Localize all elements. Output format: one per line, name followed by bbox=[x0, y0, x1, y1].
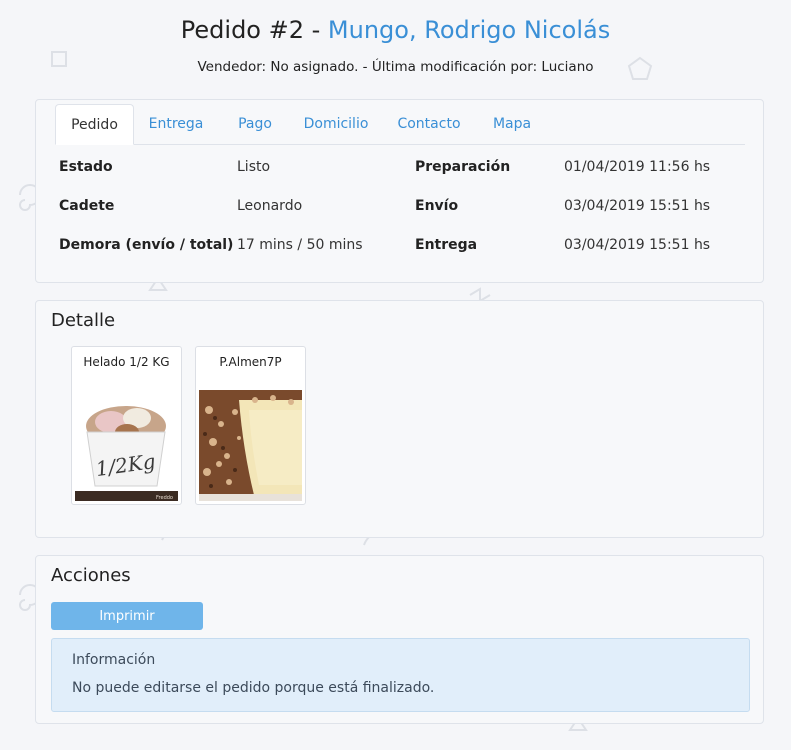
info-title: Información bbox=[72, 652, 156, 668]
product-card-helado[interactable]: Helado 1/2 KG 1/2Kg Freddo bbox=[71, 346, 182, 505]
estado-label: Estado bbox=[59, 159, 113, 175]
tab-bar: Pedido Entrega Pago Domicilio Contacto M… bbox=[55, 104, 745, 145]
page-title: Pedido #2 - Mungo, Rodrigo Nicolás bbox=[0, 16, 791, 44]
entrega-label: Entrega bbox=[415, 237, 478, 253]
preparacion-value: 01/04/2019 11:56 hs bbox=[564, 159, 711, 175]
info-message: No puede editarse el pedido porque está … bbox=[72, 680, 435, 696]
cadete-value: Leonardo bbox=[237, 198, 303, 214]
dessert-image bbox=[199, 390, 302, 501]
product-name: Helado 1/2 KG bbox=[83, 355, 170, 369]
demora-value: 17 mins / 50 mins bbox=[237, 237, 363, 253]
envio-value: 03/04/2019 15:51 hs bbox=[564, 198, 711, 214]
tab-mapa[interactable]: Mapa bbox=[480, 104, 544, 144]
tab-entrega[interactable]: Entrega bbox=[141, 104, 211, 144]
svg-text:Freddo: Freddo bbox=[156, 495, 173, 501]
actions-title: Acciones bbox=[51, 565, 131, 586]
estado-value: Listo bbox=[237, 159, 271, 175]
info-alert: Información No puede editarse el pedido … bbox=[51, 638, 750, 712]
customer-name-link[interactable]: Mungo, Rodrigo Nicolás bbox=[328, 16, 610, 44]
print-button[interactable]: Imprimir bbox=[51, 602, 203, 630]
ice-cream-cup-image: 1/2Kg Freddo bbox=[75, 390, 178, 501]
cadete-label: Cadete bbox=[59, 198, 115, 214]
detail-card: Detalle Helado 1/2 KG 1/2Kg Freddo P.Alm… bbox=[35, 300, 764, 538]
preparacion-label: Preparación bbox=[415, 159, 511, 175]
tab-contacto[interactable]: Contacto bbox=[388, 104, 470, 144]
actions-card: Acciones Imprimir Información No puede e… bbox=[35, 555, 764, 724]
order-number: Pedido #2 - bbox=[180, 16, 328, 44]
tab-pedido[interactable]: Pedido bbox=[55, 104, 134, 145]
envio-label: Envío bbox=[415, 198, 459, 214]
tab-domicilio[interactable]: Domicilio bbox=[294, 104, 378, 144]
product-name: P.Almen7P bbox=[219, 355, 282, 369]
detail-title: Detalle bbox=[51, 310, 116, 331]
order-card: Pedido Entrega Pago Domicilio Contacto M… bbox=[35, 99, 764, 283]
entrega-value: 03/04/2019 15:51 hs bbox=[564, 237, 711, 253]
tab-pago[interactable]: Pago bbox=[227, 104, 283, 144]
product-card-palmen[interactable]: P.Almen7P bbox=[195, 346, 306, 505]
order-subtitle: Vendedor: No asignado. - Última modifica… bbox=[197, 59, 594, 75]
demora-label: Demora (envío / total) bbox=[59, 237, 234, 253]
